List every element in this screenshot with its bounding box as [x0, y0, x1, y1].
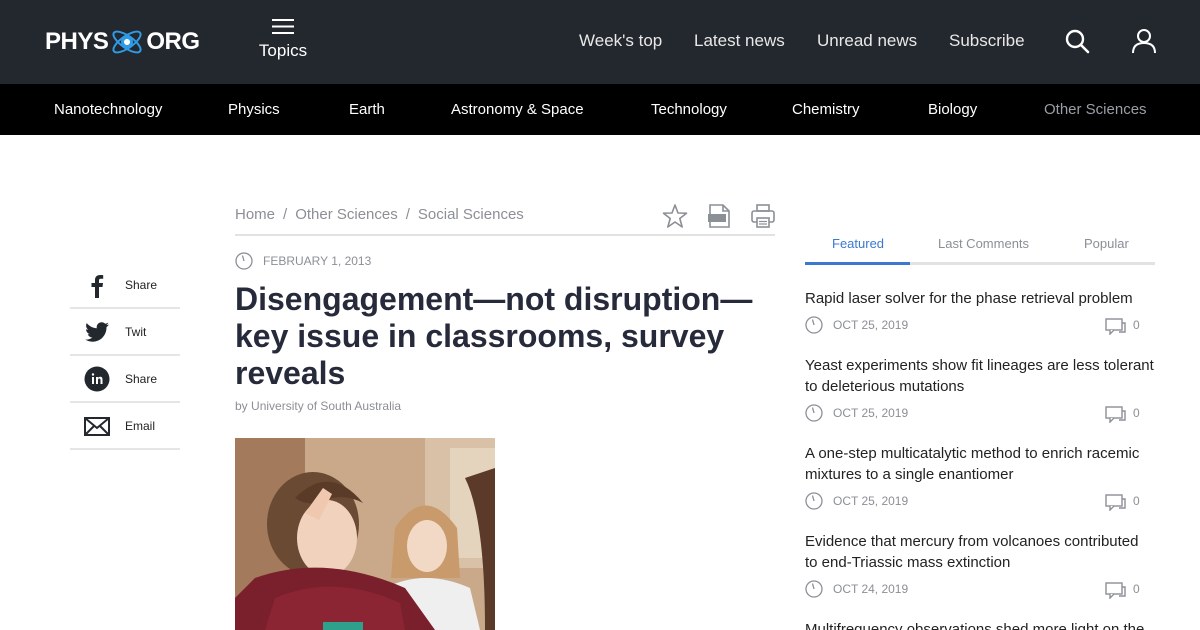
twit-label: Twit — [125, 325, 147, 339]
list-item: A one-step multicatalytic method to enri… — [805, 443, 1155, 511]
linkedin-share-label: Share — [125, 372, 158, 386]
comment-icon — [1105, 494, 1126, 511]
article-title: Disengagement—not disruption—key issue i… — [235, 281, 753, 391]
story-meta: OCT 25, 2019 0 — [805, 491, 1155, 511]
byline-prefix: by — [235, 399, 248, 413]
breadcrumb-separator: / — [283, 206, 288, 223]
list-item: Multifrequency observations shed more li… — [805, 619, 1155, 630]
breadcrumb: Home / Other Sciences / Social Sciences — [235, 206, 524, 223]
tab-popular[interactable]: Popular — [1084, 236, 1129, 251]
email-label: Email — [125, 419, 156, 433]
tab-featured[interactable]: Featured — [832, 236, 884, 251]
site-logo[interactable]: PHYS ORG — [45, 22, 200, 62]
user-icon[interactable] — [1131, 28, 1157, 54]
comment-icon — [1105, 318, 1126, 335]
print-icon[interactable] — [750, 203, 776, 229]
list-item: Rapid laser solver for the phase retriev… — [805, 288, 1155, 335]
breadcrumb-home[interactable]: Home — [235, 206, 275, 223]
story-comment-count: 0 — [1133, 494, 1140, 508]
comment-icon — [1105, 582, 1126, 599]
logo-text-right: ORG — [146, 28, 200, 55]
story-date: OCT 25, 2019 — [833, 318, 909, 332]
share-facebook-button[interactable]: Share — [70, 262, 180, 309]
story-title[interactable]: Yeast experiments show fit lineages are … — [805, 355, 1155, 397]
topics-menu-button[interactable]: Topics — [258, 18, 308, 61]
category-other-sciences[interactable]: Other Sciences — [1044, 101, 1147, 118]
category-biology[interactable]: Biology — [928, 101, 977, 118]
clock-icon — [805, 492, 823, 510]
clock-icon — [805, 404, 823, 422]
atom-logo-icon — [112, 30, 142, 54]
story-date: OCT 25, 2019 — [833, 406, 909, 420]
pdf-icon[interactable] — [706, 203, 732, 229]
facebook-icon — [91, 275, 104, 298]
breadcrumb-other-sciences[interactable]: Other Sciences — [295, 206, 398, 223]
story-comment-count: 0 — [1133, 406, 1140, 420]
story-title[interactable]: Evidence that mercury from volcanoes con… — [805, 531, 1155, 573]
comment-icon — [1105, 406, 1126, 423]
story-title[interactable]: A one-step multicatalytic method to enri… — [805, 443, 1155, 485]
story-date: OCT 25, 2019 — [833, 494, 909, 508]
topics-label: Topics — [258, 41, 308, 60]
site-header: PHYS ORG Topics Week's top Latest news U… — [0, 0, 1200, 84]
article-date: FEBRUARY 1, 2013 — [235, 252, 371, 270]
story-meta: OCT 25, 2019 0 — [805, 403, 1155, 423]
story-meta: OCT 24, 2019 0 — [805, 579, 1155, 599]
category-physics[interactable]: Physics — [228, 101, 280, 118]
story-comment-count: 0 — [1133, 318, 1140, 332]
nav-unread-news[interactable]: Unread news — [817, 31, 917, 51]
star-icon[interactable] — [662, 203, 688, 229]
list-item: Yeast experiments show fit lineages are … — [805, 355, 1155, 423]
breadcrumb-divider — [235, 234, 775, 236]
category-earth[interactable]: Earth — [349, 101, 385, 118]
clock-icon — [805, 580, 823, 598]
breadcrumb-separator: / — [405, 206, 410, 223]
tab-active-indicator — [805, 262, 910, 265]
share-label: Share — [125, 278, 158, 292]
story-meta: OCT 25, 2019 0 — [805, 315, 1155, 335]
clock-icon — [805, 316, 823, 334]
share-email-button[interactable]: Email — [70, 403, 180, 450]
share-linkedin-button[interactable]: Share — [70, 356, 180, 403]
share-twitter-button[interactable]: Twit — [70, 309, 180, 356]
story-date: OCT 24, 2019 — [833, 582, 909, 596]
clock-icon — [235, 252, 253, 270]
article-byline: by University of South Australia — [235, 399, 401, 413]
category-nanotechnology[interactable]: Nanotechnology — [54, 101, 162, 118]
story-comment-count: 0 — [1133, 582, 1140, 596]
nav-subscribe[interactable]: Subscribe — [949, 31, 1025, 51]
twitter-icon — [85, 322, 109, 342]
category-astronomy-space[interactable]: Astronomy & Space — [451, 101, 584, 118]
breadcrumb-social-sciences[interactable]: Social Sciences — [418, 206, 524, 223]
tab-last-comments[interactable]: Last Comments — [938, 236, 1029, 251]
menu-icon — [272, 19, 294, 34]
category-chemistry[interactable]: Chemistry — [792, 101, 860, 118]
category-nav: Nanotechnology Physics Earth Astronomy &… — [0, 84, 1200, 135]
story-title[interactable]: Rapid laser solver for the phase retriev… — [805, 288, 1155, 309]
story-title[interactable]: Multifrequency observations shed more li… — [805, 619, 1155, 630]
email-icon — [84, 417, 110, 436]
list-item: Evidence that mercury from volcanoes con… — [805, 531, 1155, 599]
nav-latest-news[interactable]: Latest news — [694, 31, 785, 51]
search-icon[interactable] — [1064, 28, 1090, 54]
linkedin-icon — [84, 366, 110, 392]
article-date-text: FEBRUARY 1, 2013 — [263, 254, 372, 268]
article-photo[interactable] — [235, 438, 495, 630]
byline-source-link[interactable]: University of South Australia — [251, 399, 401, 413]
logo-text-left: PHYS — [45, 28, 109, 55]
category-technology[interactable]: Technology — [651, 101, 727, 118]
nav-weeks-top[interactable]: Week's top — [579, 31, 662, 51]
